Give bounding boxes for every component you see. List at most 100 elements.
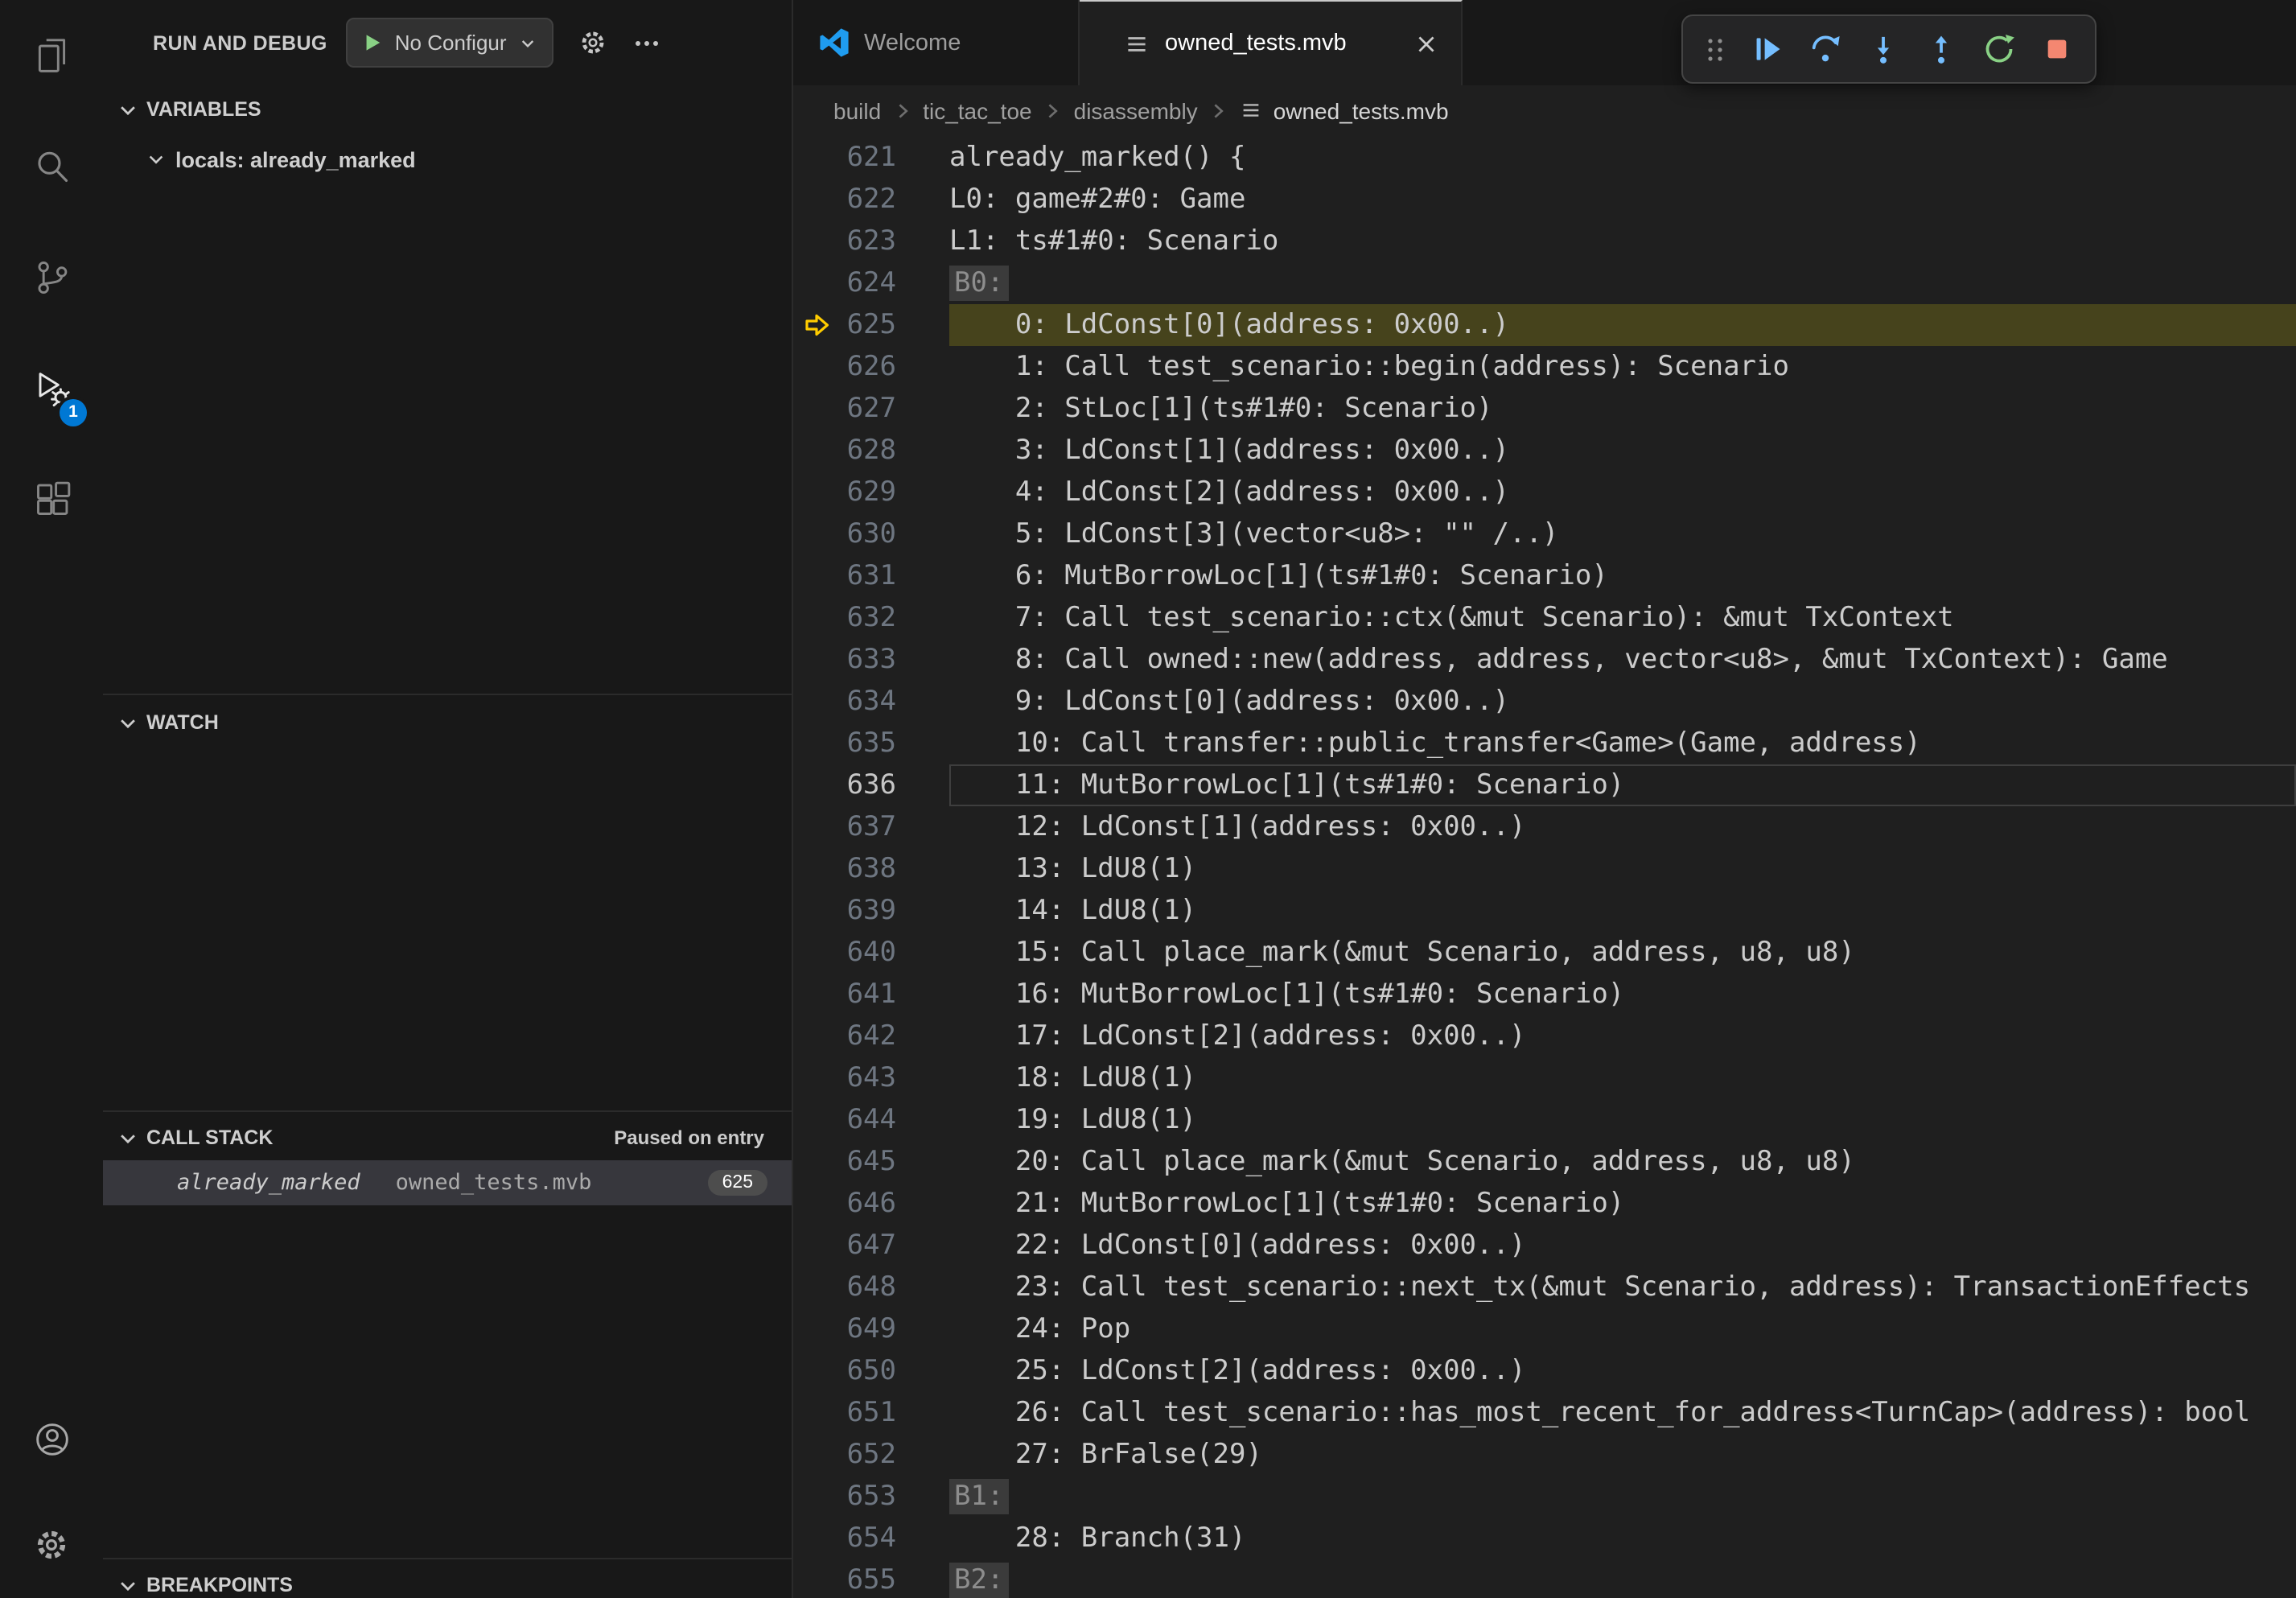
activity-bar-top: 1 (0, 0, 103, 555)
code-line-626[interactable]: 626 1: Call test_scenario::begin(address… (793, 346, 2296, 388)
code-line-646[interactable]: 646 21: MutBorrowLoc[1](ts#1#0: Scenario… (793, 1183, 2296, 1225)
code-line-623[interactable]: 623L1: ts#1#0: Scenario (793, 220, 2296, 262)
code-line-640[interactable]: 640 15: Call place_mark(&mut Scenario, a… (793, 932, 2296, 974)
code-line-630[interactable]: 630 5: LdConst[3](vector<u8>: "" /..) (793, 513, 2296, 555)
code-line-625[interactable]: 625 0: LdConst[0](address: 0x00..) (793, 304, 2296, 346)
call-stack-section-header[interactable]: CALL STACK Paused on entry (103, 1117, 792, 1159)
code-line-635[interactable]: 635 10: Call transfer::public_transfer<G… (793, 723, 2296, 764)
code-line-629[interactable]: 629 4: LdConst[2](address: 0x00..) (793, 472, 2296, 513)
gutter-glyph (793, 806, 841, 848)
code-line-634[interactable]: 634 9: LdConst[0](address: 0x00..) (793, 681, 2296, 723)
breadcrumb-item[interactable]: disassembly (1074, 97, 1198, 123)
line-number: 650 (841, 1350, 896, 1392)
extensions-icon[interactable] (0, 444, 103, 555)
chevron-right-icon (892, 101, 911, 120)
gutter-glyph (793, 848, 841, 890)
code-line-645[interactable]: 645 20: Call place_mark(&mut Scenario, a… (793, 1141, 2296, 1183)
code-line-638[interactable]: 638 13: LdU8(1) (793, 848, 2296, 890)
line-text: 25: LdConst[2](address: 0x00..) (949, 1350, 2296, 1392)
code-line-648[interactable]: 648 23: Call test_scenario::next_tx(&mut… (793, 1266, 2296, 1308)
debug-settings-gear-icon[interactable] (578, 27, 608, 58)
line-text: 7: Call test_scenario::ctx(&mut Scenario… (949, 597, 2296, 639)
code-editor[interactable]: 621already_marked() {622L0: game#2#0: Ga… (793, 135, 2296, 1598)
gutter-glyph (793, 388, 841, 430)
start-debug-icon (363, 32, 384, 53)
line-number: 636 (841, 764, 896, 806)
line-text: B0: (949, 262, 2296, 304)
code-line-632[interactable]: 632 7: Call test_scenario::ctx(&mut Scen… (793, 597, 2296, 639)
code-line-637[interactable]: 637 12: LdConst[1](address: 0x00..) (793, 806, 2296, 848)
code-line-643[interactable]: 643 18: LdU8(1) (793, 1057, 2296, 1099)
line-text: 8: Call owned::new(address, address, vec… (949, 639, 2296, 681)
tab-owned-tests[interactable]: owned_tests.mvb (1080, 0, 1463, 85)
frame-file: owned_tests.mvb (396, 1170, 592, 1196)
breadcrumb-item[interactable]: tic_tac_toe (923, 97, 1031, 123)
code-line-652[interactable]: 652 27: BrFalse(29) (793, 1434, 2296, 1476)
variables-scope-row[interactable]: locals: already_marked (103, 138, 792, 180)
line-text: 16: MutBorrowLoc[1](ts#1#0: Scenario) (949, 974, 2296, 1015)
editor-area: Welcome owned_tests.mvb build tic_tac_toe… (793, 0, 2296, 1598)
code-line-621[interactable]: 621already_marked() { (793, 137, 2296, 179)
line-number: 652 (841, 1434, 896, 1476)
more-actions-icon[interactable] (632, 28, 661, 57)
source-control-icon[interactable] (0, 222, 103, 333)
explorer-icon[interactable] (0, 0, 103, 111)
step-into-button[interactable] (1858, 25, 1907, 73)
gutter-glyph (793, 1392, 841, 1434)
step-over-button[interactable] (1800, 25, 1849, 73)
breadcrumb-item[interactable]: build (833, 97, 881, 123)
run-and-debug-icon[interactable]: 1 (0, 333, 103, 444)
line-text: 20: Call place_mark(&mut Scenario, addre… (949, 1141, 2296, 1183)
search-icon[interactable] (0, 111, 103, 222)
code-line-627[interactable]: 627 2: StLoc[1](ts#1#0: Scenario) (793, 388, 2296, 430)
tab-welcome[interactable]: Welcome (793, 0, 1080, 85)
line-number: 643 (841, 1057, 896, 1099)
code-line-641[interactable]: 641 16: MutBorrowLoc[1](ts#1#0: Scenario… (793, 974, 2296, 1015)
code-line-639[interactable]: 639 14: LdU8(1) (793, 890, 2296, 932)
line-text: 4: LdConst[2](address: 0x00..) (949, 472, 2296, 513)
variables-section-header[interactable]: VARIABLES (103, 89, 792, 130)
step-out-button[interactable] (1916, 25, 1965, 73)
line-number: 655 (841, 1559, 896, 1598)
divider (103, 694, 792, 695)
code-line-644[interactable]: 644 19: LdU8(1) (793, 1099, 2296, 1141)
code-line-624[interactable]: 624B0: (793, 262, 2296, 304)
call-stack-frame[interactable]: already_marked owned_tests.mvb 625 (103, 1160, 792, 1205)
breadcrumb-item[interactable]: owned_tests.mvb (1240, 97, 1449, 123)
code-line-628[interactable]: 628 3: LdConst[1](address: 0x00..) (793, 430, 2296, 472)
code-line-633[interactable]: 633 8: Call owned::new(address, address,… (793, 639, 2296, 681)
debug-config-dropdown[interactable]: No Configur (347, 18, 553, 68)
chevron-down-icon (116, 1573, 140, 1597)
gutter-glyph (793, 1266, 841, 1308)
settings-gear-icon[interactable] (0, 1492, 103, 1598)
gutter-glyph (793, 723, 841, 764)
code-line-631[interactable]: 631 6: MutBorrowLoc[1](ts#1#0: Scenario) (793, 555, 2296, 597)
drag-handle-icon[interactable] (1697, 25, 1733, 73)
watch-section-header[interactable]: WATCH (103, 702, 792, 743)
config-label: No Configur (395, 31, 507, 55)
close-tab-icon[interactable] (1414, 31, 1438, 56)
code-line-649[interactable]: 649 24: Pop (793, 1308, 2296, 1350)
scope-label: locals: already_marked (175, 147, 416, 171)
continue-button[interactable] (1743, 25, 1791, 73)
code-line-654[interactable]: 654 28: Branch(31) (793, 1518, 2296, 1559)
breakpoints-section-header[interactable]: BREAKPOINTS (103, 1564, 792, 1598)
code-line-647[interactable]: 647 22: LdConst[0](address: 0x00..) (793, 1225, 2296, 1266)
code-line-636[interactable]: 636 11: MutBorrowLoc[1](ts#1#0: Scenario… (793, 764, 2296, 806)
restart-button[interactable] (1974, 25, 2022, 73)
line-number: 640 (841, 932, 896, 974)
code-line-655[interactable]: 655B2: (793, 1559, 2296, 1598)
code-line-650[interactable]: 650 25: LdConst[2](address: 0x00..) (793, 1350, 2296, 1392)
account-icon[interactable] (0, 1386, 103, 1492)
gutter-glyph (793, 1518, 841, 1559)
pause-status: Paused on entry (614, 1126, 792, 1149)
gutter-glyph (793, 137, 841, 179)
code-line-642[interactable]: 642 17: LdConst[2](address: 0x00..) (793, 1015, 2296, 1057)
gutter-glyph (793, 1057, 841, 1099)
code-line-651[interactable]: 651 26: Call test_scenario::has_most_rec… (793, 1392, 2296, 1434)
line-number: 627 (841, 388, 896, 430)
code-line-622[interactable]: 622L0: game#2#0: Game (793, 179, 2296, 220)
code-line-653[interactable]: 653B1: (793, 1476, 2296, 1518)
stop-button[interactable] (2032, 25, 2080, 73)
sidebar-title: RUN AND DEBUG (153, 31, 327, 54)
